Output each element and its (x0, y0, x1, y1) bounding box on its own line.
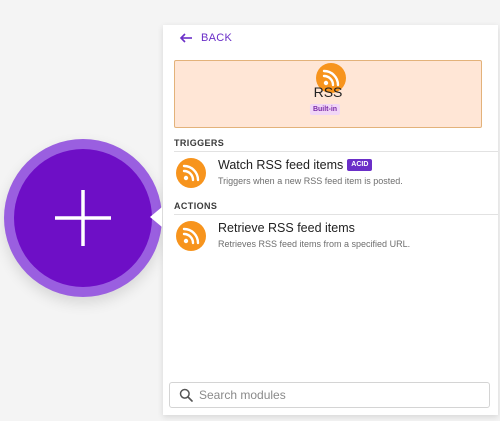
back-button[interactable]: BACK (179, 32, 232, 44)
search-icon (179, 388, 193, 402)
app-card-rss[interactable]: RSS Built-in (174, 60, 482, 128)
divider (174, 214, 498, 215)
panel-pointer (150, 207, 162, 227)
plus-icon (55, 190, 111, 246)
arrow-left-icon (179, 33, 192, 43)
back-label: BACK (201, 32, 233, 44)
search-input[interactable] (199, 388, 479, 402)
section-label-actions: ACTIONS (174, 201, 218, 211)
module-description: Triggers when a new RSS feed item is pos… (218, 176, 403, 186)
module-watch-rss-feed-items[interactable]: Watch RSS feed items ACID Triggers when … (174, 158, 492, 198)
app-name: RSS (313, 84, 343, 100)
builtin-badge: Built-in (309, 104, 341, 115)
module-description: Retrieves RSS feed items from a specifie… (218, 239, 411, 249)
rss-icon (176, 221, 206, 251)
module-title: Watch RSS feed items ACID (218, 158, 373, 172)
section-label-triggers: TRIGGERS (174, 138, 225, 148)
module-picker-panel: BACK RSS Built-in TRIGGERS Watch RSS fee… (163, 25, 498, 415)
acid-badge: ACID (347, 159, 373, 171)
module-title: Retrieve RSS feed items (218, 221, 355, 235)
add-module-button[interactable] (14, 149, 152, 287)
module-title-text: Watch RSS feed items (218, 158, 344, 172)
rss-icon (176, 158, 206, 188)
divider (174, 151, 498, 152)
module-retrieve-rss-feed-items[interactable]: Retrieve RSS feed items Retrieves RSS fe… (174, 221, 492, 261)
search-box[interactable] (169, 382, 490, 408)
